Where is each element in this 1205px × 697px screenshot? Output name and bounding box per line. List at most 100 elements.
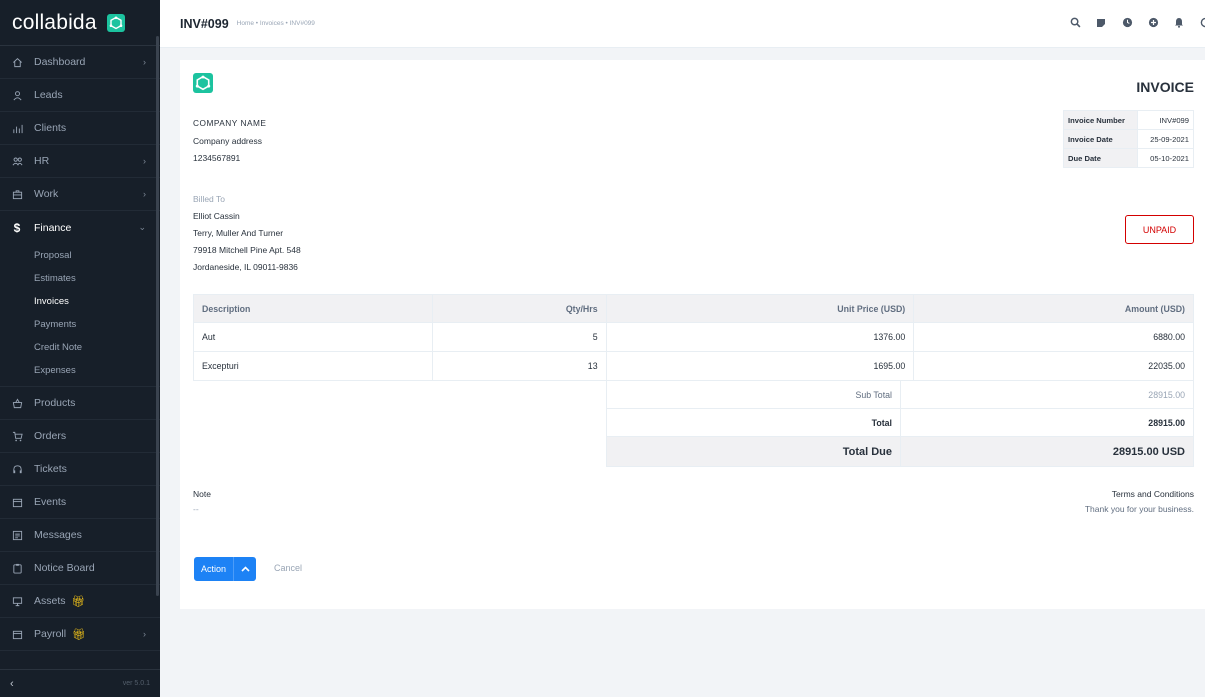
item-description: Excepturi [193, 351, 433, 381]
chevron-right-icon: › [143, 156, 146, 166]
headset-icon [10, 462, 24, 476]
table-row: Aut 5 1376.00 6880.00 [193, 322, 1194, 352]
sidebar-item-dashboard[interactable]: Dashboard › [0, 46, 160, 79]
invoice-totals-table: Sub Total 28915.00 Total 28915.00 Total … [606, 380, 1194, 467]
column-header-description: Description [193, 294, 433, 323]
action-button[interactable]: Action [194, 557, 257, 581]
company-logo-icon [193, 73, 213, 93]
basket-icon [10, 396, 24, 410]
sidebar-item-clients[interactable]: Clients [0, 112, 160, 145]
page-title: INV#099 [180, 16, 229, 31]
billed-to-street: 79918 Mitchell Pine Apt. 548 [193, 245, 301, 255]
note-section: Note -- [193, 487, 211, 517]
sidebar-item-products[interactable]: Products [0, 387, 160, 420]
calendar-icon [10, 495, 24, 509]
breadcrumb[interactable]: Home • Invoices • INV#099 [237, 20, 315, 27]
item-amount: 6880.00 [913, 322, 1194, 352]
sidebar-item-label: Clients [34, 122, 67, 134]
company-info: COMPANY NAME Company address 1234567891 [193, 115, 266, 168]
sidebar-item-label: Notice Board [34, 562, 95, 574]
sidebar-item-orders[interactable]: Orders [0, 420, 160, 453]
clients-icon [10, 121, 24, 135]
collabida-logo-icon [106, 13, 125, 32]
sidebar-footer: ‹ ver 5.0.1 [0, 669, 160, 697]
invoice-heading: INVOICE [1136, 79, 1194, 95]
item-unit-price: 1376.00 [605, 322, 915, 352]
total-label: Total [606, 408, 901, 437]
item-qty: 13 [431, 351, 607, 381]
company-address: Company address [193, 135, 262, 146]
sidebar-subitem-invoices[interactable]: Invoices [34, 290, 160, 313]
total-due-value: 28915.00 USD [900, 436, 1194, 467]
sidebar-subitem-estimates[interactable]: Estimates [34, 267, 160, 290]
finance-submenu: Proposal Estimates Invoices Payments Cre… [0, 244, 160, 387]
invoice-items-table: Description Qty/Hrs Unit Price (USD) Amo… [193, 294, 1194, 381]
people-icon [10, 154, 24, 168]
total-due-row: Total Due 28915.00 USD [606, 436, 1194, 467]
sidebar-subitem-expenses[interactable]: Expenses [34, 359, 160, 382]
sidebar-item-label: Dashboard [34, 56, 86, 68]
chevron-up-icon[interactable] [234, 566, 256, 572]
meta-row: Due Date 05-10-2021 [1063, 148, 1194, 168]
sidebar-item-notice-board[interactable]: Notice Board [0, 552, 160, 585]
monitor-icon [10, 594, 24, 608]
sidebar-item-assets[interactable]: Assets 🎁︎ [0, 585, 160, 618]
chevron-right-icon: › [143, 629, 146, 639]
plus-circle-icon[interactable] [1147, 17, 1159, 28]
sidebar-scrollbar[interactable] [156, 36, 159, 596]
clock-icon[interactable] [1121, 17, 1133, 28]
sidebar-item-leads[interactable]: Leads [0, 79, 160, 112]
chevron-down-icon: ⌄ [138, 222, 146, 232]
billed-to-city: Jordaneside, IL 09011-9836 [193, 262, 298, 272]
brand[interactable]: collabida [0, 0, 160, 46]
topbar-icons [1069, 17, 1205, 28]
sidebar-item-events[interactable]: Events [0, 486, 160, 519]
sidebar-item-tickets[interactable]: Tickets [0, 453, 160, 486]
sidebar-item-label: Finance [34, 221, 72, 234]
meta-value: INV#099 [1137, 110, 1194, 130]
sidebar-item-label: Messages [34, 529, 82, 541]
sidebar-subitem-payments[interactable]: Payments [34, 313, 160, 336]
subtotal-value: 28915.00 [900, 380, 1194, 409]
search-icon[interactable] [1069, 17, 1081, 28]
item-amount: 22035.00 [913, 351, 1194, 381]
sidebar-item-label: Events [34, 496, 67, 508]
action-button-label: Action [194, 557, 235, 581]
sidebar-item-label: Orders [34, 430, 67, 442]
invoice-meta-table: Invoice Number INV#099 Invoice Date 25-0… [1063, 110, 1194, 168]
sidebar-subitem-credit-note[interactable]: Credit Note [34, 336, 160, 359]
invoice-card: INVOICE COMPANY NAME Company address 123… [180, 60, 1205, 609]
more-icon[interactable] [1199, 17, 1205, 28]
total-row: Total 28915.00 [606, 408, 1194, 437]
meta-label: Invoice Date [1063, 129, 1138, 149]
sidebar-item-finance[interactable]: $ Finance ⌄ [0, 211, 160, 244]
sidebar-item-hr[interactable]: HR › [0, 145, 160, 178]
terms-label: Terms and Conditions [1111, 489, 1194, 499]
company-name: COMPANY NAME [193, 118, 267, 128]
billed-to: Billed To Elliot Cassin Terry, Muller An… [193, 191, 301, 276]
sidebar-item-payroll[interactable]: Payroll 🎁︎ › [0, 618, 160, 651]
subtotal-label: Sub Total [606, 380, 901, 409]
note-value: -- [193, 504, 199, 514]
sidebar-item-messages[interactable]: Messages [0, 519, 160, 552]
status-badge: UNPAID [1125, 215, 1194, 244]
cancel-button[interactable]: Cancel [274, 563, 302, 573]
sidebar-subitem-proposal[interactable]: Proposal [34, 244, 160, 267]
sticky-note-icon[interactable] [1095, 18, 1107, 28]
app-version: ver 5.0.1 [122, 680, 150, 687]
topbar: INV#099 Home • Invoices • INV#099 [160, 0, 1205, 48]
chevron-right-icon: › [143, 189, 146, 199]
meta-row: Invoice Date 25-09-2021 [1063, 129, 1194, 149]
bell-icon[interactable] [1173, 17, 1185, 28]
item-unit-price: 1695.00 [605, 351, 915, 381]
message-icon [10, 528, 24, 542]
note-label: Note [193, 489, 211, 499]
collapse-sidebar-icon[interactable]: ‹ [10, 678, 14, 690]
table-header-row: Description Qty/Hrs Unit Price (USD) Amo… [193, 294, 1194, 323]
terms-section: Terms and Conditions Thank you for your … [1085, 487, 1194, 517]
meta-row: Invoice Number INV#099 [1063, 110, 1194, 130]
clipboard-icon [10, 561, 24, 575]
dollar-icon: $ [13, 220, 21, 235]
chevron-right-icon: › [143, 57, 146, 67]
sidebar-item-work[interactable]: Work › [0, 178, 160, 211]
